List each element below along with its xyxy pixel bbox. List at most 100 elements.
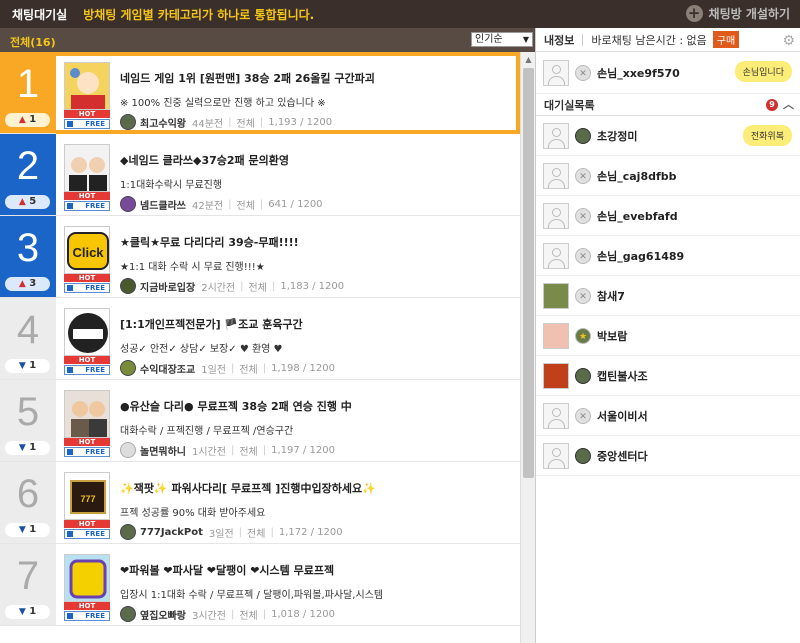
rank-change-value: 3 bbox=[29, 278, 37, 289]
room-category: 전체 bbox=[239, 610, 258, 622]
waiting-list-header[interactable]: 대기실목록 9 ︿ bbox=[536, 94, 800, 116]
room-meta: 옆집오빠랑 3시간전 | 전체 | 1,018 / 1200 bbox=[120, 606, 335, 622]
guest-badge-icon: ✕ bbox=[575, 407, 591, 424]
rank-number: 7 bbox=[16, 554, 40, 598]
room-desc: 프젝 성공률 90% 대화 받아주세요 bbox=[120, 508, 266, 519]
rank-box: 7 ▼ 1 bbox=[0, 544, 56, 625]
avatar bbox=[543, 322, 569, 349]
arrow-down-icon: ▼ bbox=[18, 443, 26, 453]
free-badge: FREE bbox=[64, 447, 110, 457]
guest-badge-icon: ✕ bbox=[575, 247, 591, 264]
host-name: 지금바로입장 bbox=[140, 282, 196, 294]
free-badge: FREE bbox=[64, 529, 110, 539]
room-time: 2시간전 bbox=[201, 282, 236, 294]
room-desc: ※ 100% 진중 실력으로만 진행 하고 있습니다 ※ bbox=[120, 98, 326, 109]
rank-change: ▼ 1 bbox=[5, 605, 50, 619]
sort-select[interactable]: 인기순 ▼ bbox=[471, 32, 533, 47]
rank-change-value: 1 bbox=[29, 524, 37, 535]
arrow-down-icon: ▼ bbox=[18, 361, 26, 371]
create-room-button[interactable]: + 채팅방 개설하기 bbox=[685, 5, 790, 22]
list-scrollbar[interactable]: ▲ bbox=[520, 52, 535, 643]
room-row[interactable]: 3 ▲ 3 Click HOT FREE ★클릭★무료 다리다리 39승-무패!… bbox=[0, 216, 520, 298]
rank-box: 5 ▼ 1 bbox=[0, 380, 56, 461]
all-count-tab[interactable]: 전체(16) bbox=[10, 34, 56, 50]
star-badge-icon: ★ bbox=[575, 327, 591, 344]
user-name: 손님_evebfafd bbox=[597, 209, 678, 223]
purple-badge-icon bbox=[120, 196, 136, 212]
room-desc: 입장시 1:1대화 수락 / 무료프젝 / 달팽이,파워볼,파사달,시스템 bbox=[120, 590, 384, 601]
divider bbox=[582, 33, 584, 46]
room-category: 전체 bbox=[239, 446, 258, 458]
user-name: 초강정미 bbox=[597, 129, 638, 143]
user-name: 참새7 bbox=[597, 289, 625, 303]
room-title: ✨잭팟✨ 파워사다리[ 무료프젝 ]진행中입장하세요✨ bbox=[120, 482, 376, 495]
room-row[interactable]: 4 ▼ 1 HOT FREE [1:1개인프젝전문가] 🏴조교 훈육구간 성공✓… bbox=[0, 298, 520, 380]
room-time: 44분전 bbox=[192, 118, 224, 130]
waiting-count-badge: 9 bbox=[766, 99, 778, 111]
room-category: 전체 bbox=[236, 200, 255, 212]
scroll-thumb[interactable] bbox=[523, 68, 534, 478]
user-list-item[interactable]: ✕ 참새7 bbox=[536, 276, 800, 316]
room-thumbnail: Click bbox=[64, 226, 110, 274]
room-count: 1,198 / 1200 bbox=[271, 362, 335, 374]
room-row[interactable]: 2 ▲ 5 HOT FREE ◆네임드 클라쓰◆37승2패 문의환영 1:1대화… bbox=[0, 134, 520, 216]
room-row[interactable]: 5 ▼ 1 HOT FREE ●유산슬 다리● 무료프젝 38승 2패 연승 진… bbox=[0, 380, 520, 462]
user-list-item[interactable]: ✕ 서울이비서 bbox=[536, 396, 800, 436]
avatar bbox=[543, 442, 569, 469]
room-count: 1,183 / 1200 bbox=[280, 280, 345, 292]
room-row[interactable]: 1 ▲ 1 HOT FREE 네임드 게임 1위 [원펀맨] 38승 2패 26… bbox=[0, 52, 520, 134]
guest-badge-icon: ✕ bbox=[575, 207, 591, 224]
my-info-tab[interactable]: 내정보 bbox=[544, 32, 574, 48]
arrow-up-icon: ▲ bbox=[18, 279, 26, 289]
svg-text:777: 777 bbox=[80, 494, 95, 504]
room-title: ❤파워볼 ❤파사달 ❤달팽이 ❤시스템 무료프젝 bbox=[120, 564, 335, 577]
hot-badge: HOT bbox=[64, 520, 110, 528]
room-time: 3시간전 bbox=[192, 610, 226, 622]
create-room-label: 채팅방 개설하기 bbox=[708, 7, 790, 21]
room-row[interactable]: 6 ▼ 1 777 HOT FREE ✨잭팟✨ 파워사다리[ 무료프젝 ]진행中… bbox=[0, 462, 520, 544]
host-name: 777JackPot bbox=[140, 526, 203, 538]
avatar bbox=[543, 162, 569, 189]
my-profile[interactable]: ✕ 손님_xxe9f570 손님입니다 bbox=[536, 52, 800, 94]
status-bubble: 전화위복 bbox=[742, 125, 792, 146]
user-list-item[interactable]: ★ 박보람 bbox=[536, 316, 800, 356]
scroll-up-icon[interactable]: ▲ bbox=[521, 52, 536, 67]
room-title: ◆네임드 클라쓰◆37승2패 문의환영 bbox=[120, 154, 289, 167]
arrow-down-icon: ▼ bbox=[18, 607, 26, 617]
rank-box: 2 ▲ 5 bbox=[0, 134, 56, 215]
gear-icon[interactable]: ⚙ bbox=[782, 33, 795, 49]
host-name: 넴드클라쓰 bbox=[140, 200, 186, 212]
avatar bbox=[543, 242, 569, 269]
user-list-item[interactable]: 중앙센터다 bbox=[536, 436, 800, 476]
rank-change: ▼ 1 bbox=[5, 441, 50, 455]
user-list-item[interactable]: ✕ 손님_evebfafd bbox=[536, 196, 800, 236]
user-list-item[interactable]: ✕ 손님_gag61489 bbox=[536, 236, 800, 276]
host-name: 놀면뭐하니 bbox=[140, 446, 186, 458]
free-badge: FREE bbox=[64, 365, 110, 375]
host-name: 옆집오빠랑 bbox=[140, 610, 186, 622]
remaining-time: 바로채팅 남은시간 : 없음 bbox=[591, 33, 707, 47]
free-badge: FREE bbox=[64, 611, 110, 621]
army-helmet-icon bbox=[120, 524, 136, 540]
room-thumbnail bbox=[64, 62, 110, 110]
rank-box: 1 ▲ 1 bbox=[0, 52, 56, 133]
arrow-down-icon: ▼ bbox=[18, 525, 26, 535]
chevron-up-icon[interactable]: ︿ bbox=[783, 96, 794, 112]
user-list-item[interactable]: 초강정미 전화위복 bbox=[536, 116, 800, 156]
user-list-item[interactable]: ✕ 손님_caj8dfbb bbox=[536, 156, 800, 196]
room-meta: 최고수익왕 44분전 | 전체 | 1,193 / 1200 bbox=[120, 114, 332, 130]
room-list: 1 ▲ 1 HOT FREE 네임드 게임 1위 [원펀맨] 38승 2패 26… bbox=[0, 52, 520, 643]
rank-number: 5 bbox=[16, 390, 40, 434]
user-name: 중앙센터다 bbox=[597, 449, 648, 463]
free-badge: FREE bbox=[64, 119, 110, 129]
rank-insignia-icon bbox=[120, 360, 136, 376]
room-row[interactable]: 7 ▼ 1 HOT FREE ❤파워볼 ❤파사달 ❤달팽이 ❤시스템 무료프젝 … bbox=[0, 544, 520, 626]
buy-button[interactable]: 구매 bbox=[712, 31, 740, 48]
avatar bbox=[543, 282, 569, 309]
room-count: 641 / 1200 bbox=[268, 198, 323, 210]
avatar bbox=[543, 122, 569, 149]
army-helmet-icon bbox=[120, 606, 136, 622]
room-thumbnail: 777 bbox=[64, 472, 110, 520]
rank-box: 3 ▲ 3 bbox=[0, 216, 56, 297]
user-list-item[interactable]: 캡틴불사조 bbox=[536, 356, 800, 396]
